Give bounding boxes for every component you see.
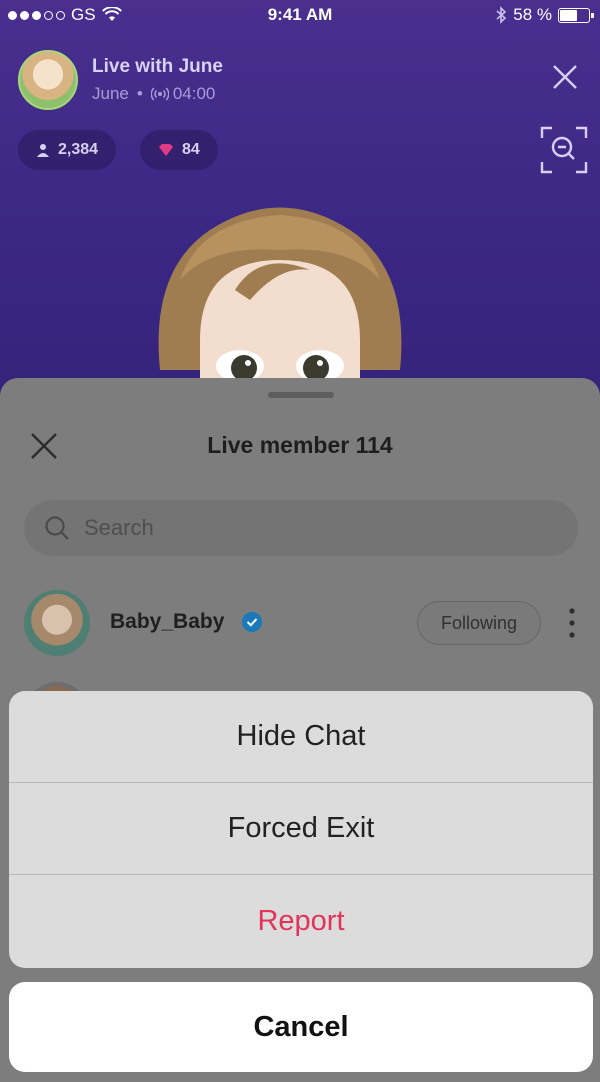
zoom-out-icon[interactable]	[540, 126, 588, 174]
status-bar: GS 9:41 AM 58 %	[0, 0, 600, 30]
live-title: Live with June	[92, 56, 223, 77]
list-item[interactable]: Baby_Baby Following	[0, 590, 600, 656]
host-subline: June • 04:00	[92, 84, 223, 104]
close-icon[interactable]	[550, 62, 580, 92]
search-bar[interactable]	[24, 500, 578, 556]
host-header: Live with June June • 04:00	[18, 50, 223, 110]
host-avatar[interactable]	[18, 50, 78, 110]
duration-value: 04:00	[172, 84, 216, 103]
live-video-area: GS 9:41 AM 58 % Live with June June • 04…	[0, 0, 600, 420]
following-button[interactable]: Following	[417, 601, 541, 645]
host-info: Live with June June • 04:00	[92, 56, 223, 104]
sheet-drag-handle[interactable]	[268, 392, 334, 398]
bluetooth-icon	[496, 6, 507, 24]
battery-icon	[558, 7, 594, 23]
gem-icon	[159, 144, 173, 156]
host-name: June	[92, 84, 129, 103]
cancel-button[interactable]: Cancel	[9, 982, 593, 1072]
person-icon	[37, 144, 49, 157]
search-icon	[45, 516, 69, 540]
action-sheet-menu: Hide Chat Forced Exit Report	[9, 691, 593, 968]
battery-fill	[560, 9, 578, 21]
verified-icon	[242, 612, 262, 632]
hide-chat-button[interactable]: Hide Chat	[9, 691, 593, 783]
search-input[interactable]	[84, 515, 524, 541]
member-name: Baby_Baby	[110, 610, 225, 633]
gem-count: 84	[182, 141, 200, 158]
status-right: 58 %	[495, 5, 594, 25]
sheet-title: Live member 114	[207, 432, 393, 458]
more-vertical-icon[interactable]	[562, 606, 582, 640]
forced-exit-button[interactable]: Forced Exit	[9, 783, 593, 875]
broadcast-icon	[150, 87, 169, 101]
avatar[interactable]	[24, 590, 90, 656]
viewer-count-badge: 2,384	[18, 130, 117, 170]
battery-percent: 58 %	[513, 5, 552, 24]
viewer-count: 2,384	[58, 141, 99, 158]
separator: •	[136, 84, 143, 103]
live-duration: 04:00	[150, 84, 216, 104]
gem-count-badge: 84	[140, 130, 218, 170]
report-button[interactable]: Report	[9, 875, 593, 968]
